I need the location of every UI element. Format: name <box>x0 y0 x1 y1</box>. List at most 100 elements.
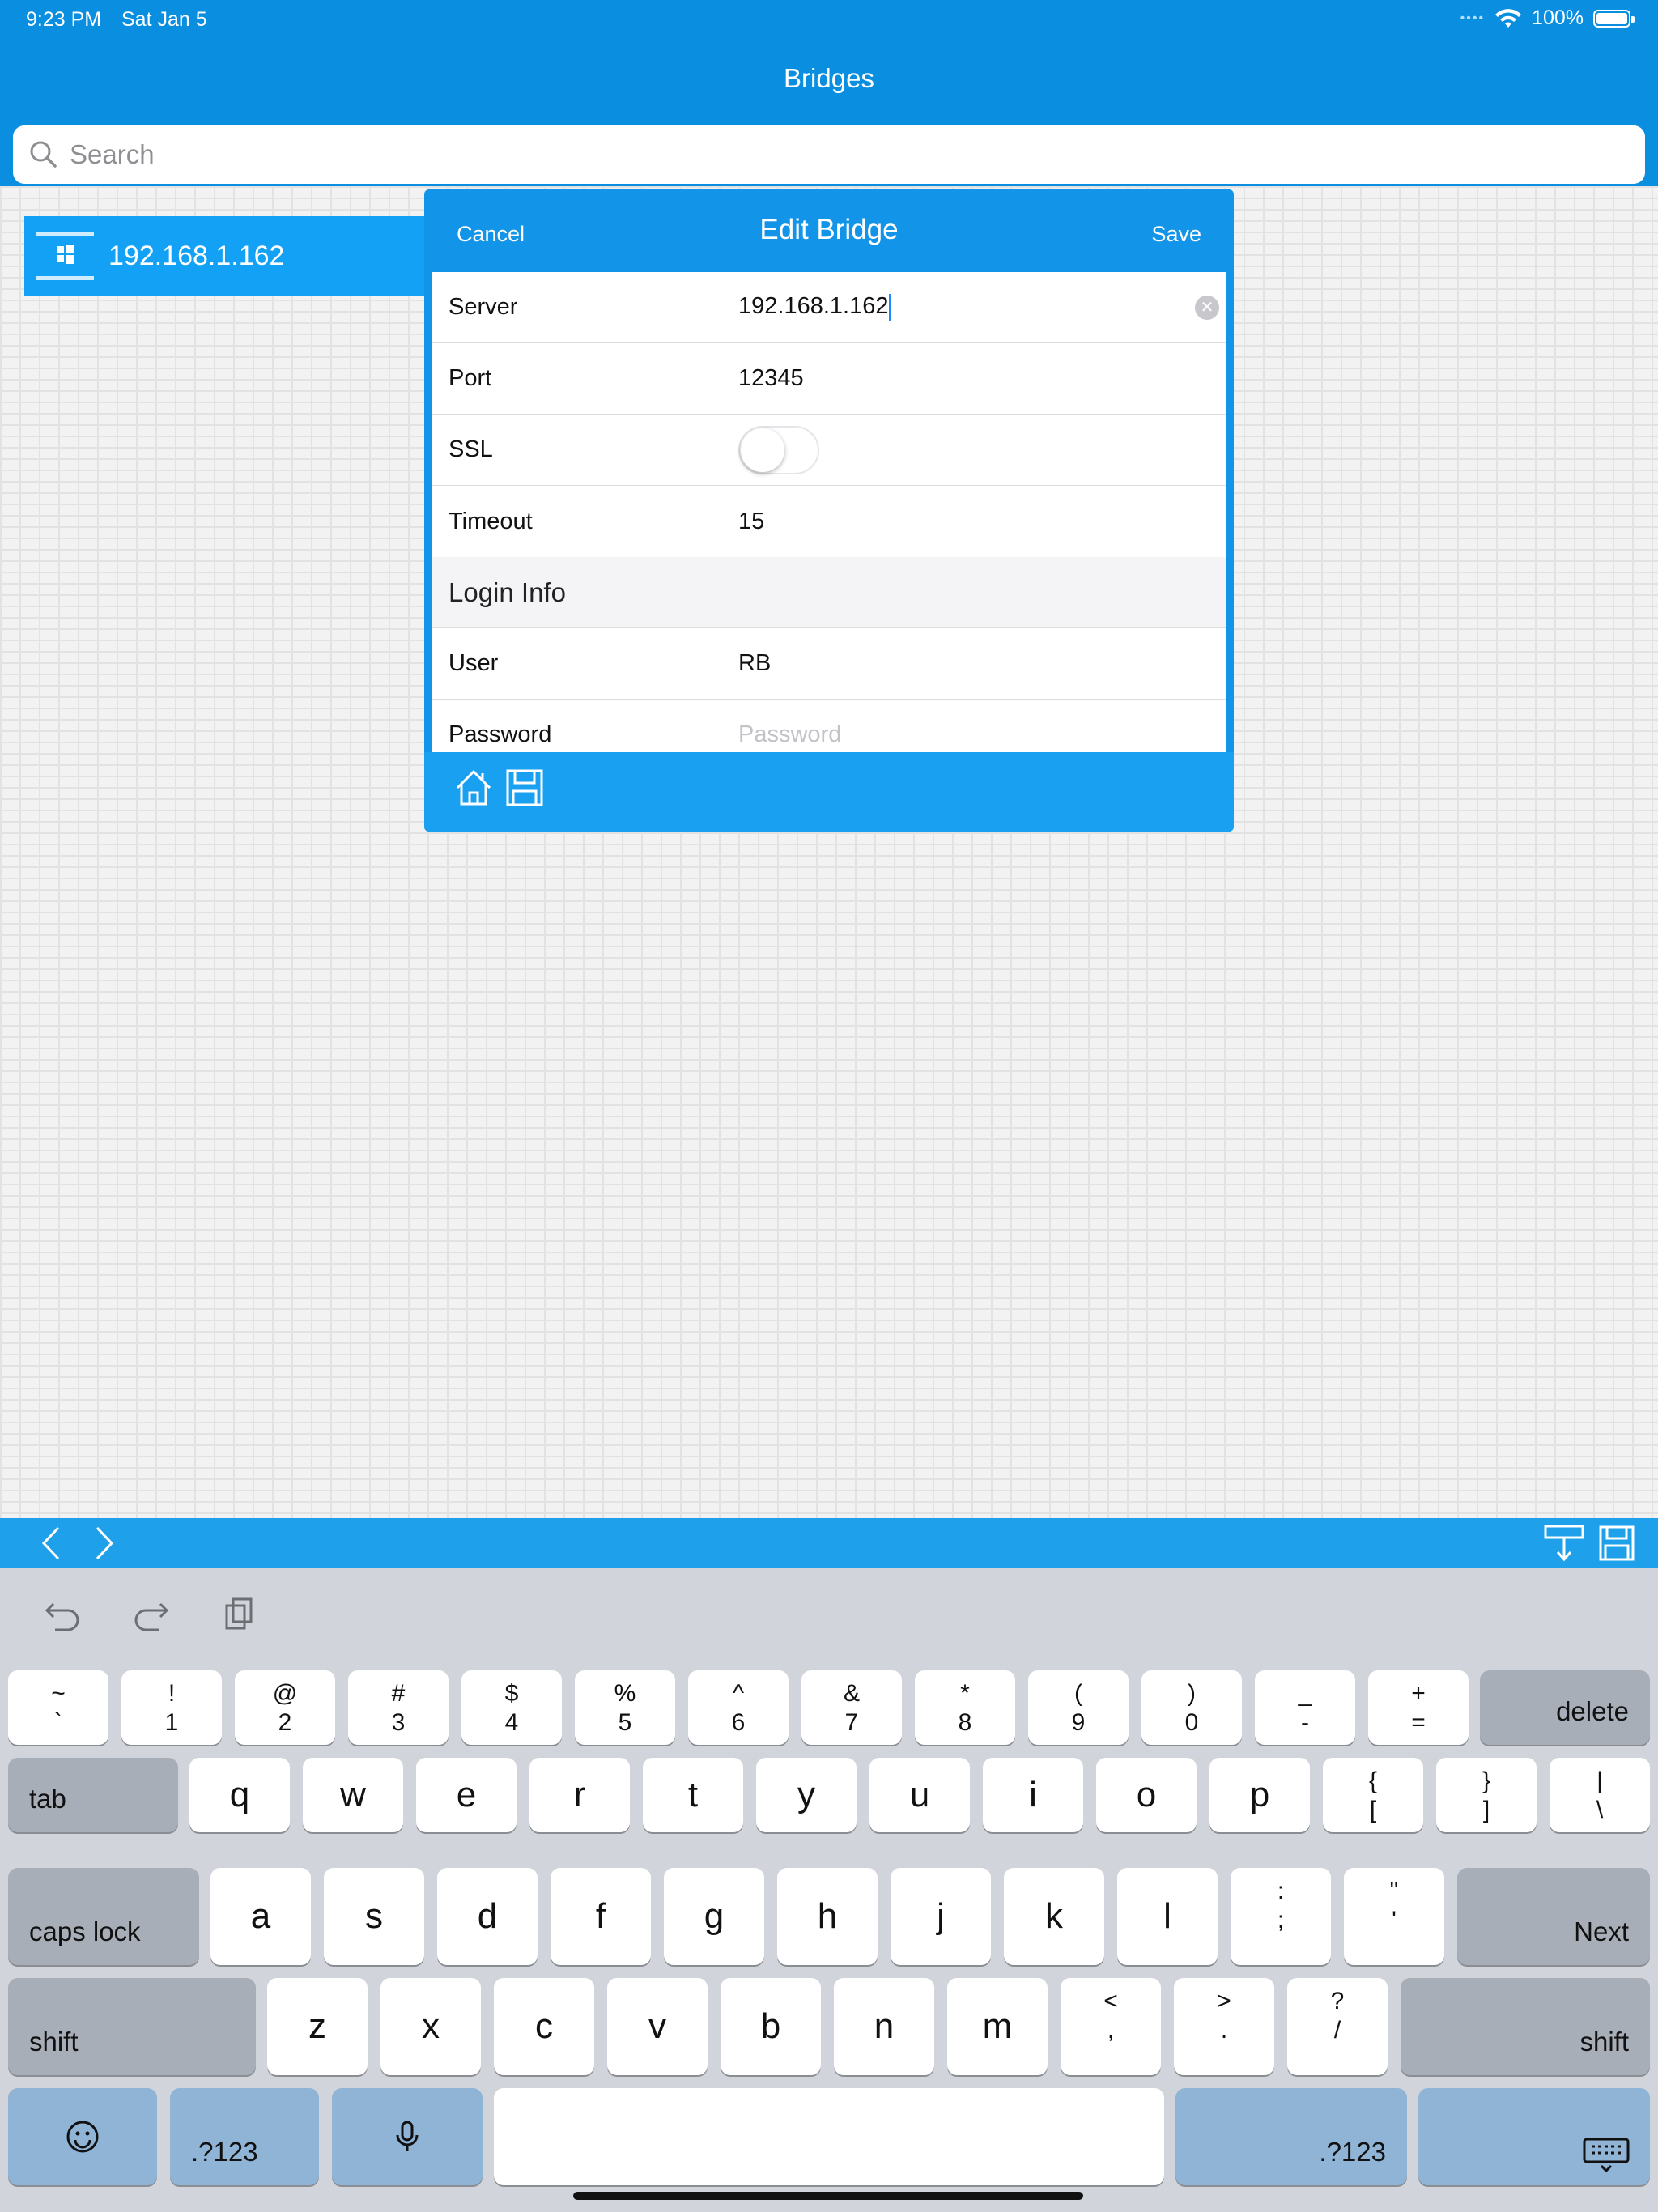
key[interactable]: w <box>303 1758 403 1832</box>
next-key[interactable]: Next <box>1457 1868 1650 1965</box>
previous-field-icon[interactable] <box>36 1525 68 1562</box>
key[interactable]: @2 <box>235 1670 335 1745</box>
bridge-list-item[interactable]: 192.168.1.162 <box>24 216 445 296</box>
save-button[interactable]: Save <box>1151 222 1201 247</box>
key[interactable]: % 5 <box>575 1670 675 1745</box>
key[interactable]: b <box>721 1978 821 2075</box>
key[interactable]: | \ <box>1550 1758 1650 1832</box>
shift-right-key[interactable]: shift <box>1401 1978 1650 2075</box>
user-field[interactable]: RB <box>738 650 771 677</box>
port-field[interactable]: 12345 <box>738 365 804 392</box>
key[interactable]: ) 0 <box>1141 1670 1242 1745</box>
shift-left-key[interactable]: shift <box>8 1978 256 2075</box>
password-field[interactable]: Password <box>738 721 841 748</box>
dismiss-keyboard-icon[interactable] <box>1543 1523 1585 1563</box>
key[interactable]: " ' <box>1344 1868 1444 1965</box>
key-label: delete <box>1556 1696 1629 1726</box>
key[interactable]: >. <box>1174 1978 1274 2075</box>
key[interactable]: a <box>210 1868 311 1965</box>
key[interactable]: k <box>1004 1868 1104 1965</box>
key-label: o <box>1136 1775 1157 1814</box>
save-disk-icon[interactable] <box>1598 1525 1635 1562</box>
key[interactable]: t <box>643 1758 743 1832</box>
key-shift-glyph: * <box>960 1680 970 1707</box>
undo-icon[interactable] <box>44 1596 83 1631</box>
key-label: m <box>982 2006 1013 2046</box>
key[interactable]: <, <box>1061 1978 1161 2075</box>
timeout-field[interactable]: 15 <box>738 508 764 535</box>
key[interactable]: n <box>834 1978 934 2075</box>
key[interactable]: i <box>983 1758 1083 1832</box>
key[interactable]: }] <box>1436 1758 1537 1832</box>
key-label: shift <box>29 2027 79 2057</box>
dictation-key[interactable] <box>332 2088 483 2185</box>
search-input[interactable] <box>70 139 1527 170</box>
key[interactable]: e <box>416 1758 517 1832</box>
timeout-row[interactable]: Timeout 15 <box>432 486 1226 557</box>
home-icon[interactable] <box>453 767 494 807</box>
key[interactable]: p <box>1209 1758 1310 1832</box>
numbers-key-right[interactable]: .?123 <box>1175 2088 1407 2185</box>
key[interactable]: v <box>607 1978 708 2075</box>
hide-keyboard-key[interactable] <box>1418 2088 1650 2185</box>
key[interactable]: f <box>551 1868 651 1965</box>
battery-icon <box>1593 9 1635 28</box>
server-field[interactable]: 192.168.1.162 <box>738 293 892 321</box>
port-row[interactable]: Port 12345 <box>432 343 1226 415</box>
status-time: 9:23 PM <box>26 8 102 31</box>
key[interactable]: (9 <box>1028 1670 1129 1745</box>
key-glyph: , <box>1107 2017 1115 2044</box>
key[interactable]: ^ 6 <box>688 1670 789 1745</box>
key[interactable]: :; <box>1231 1868 1331 1965</box>
key[interactable]: #3 <box>348 1670 449 1745</box>
key-glyph: . <box>1220 2017 1228 2044</box>
key[interactable]: h <box>777 1868 878 1965</box>
tab-key[interactable]: tab <box>8 1758 178 1832</box>
user-row[interactable]: User RB <box>432 628 1226 700</box>
key[interactable]: q <box>189 1758 290 1832</box>
key-shift-glyph: _ <box>1298 1680 1312 1707</box>
delete-key[interactable]: delete <box>1480 1670 1650 1745</box>
key[interactable]: * 8 <box>915 1670 1015 1745</box>
search-bar[interactable] <box>13 125 1645 184</box>
key-label: f <box>595 1896 606 1936</box>
paste-icon[interactable] <box>220 1596 259 1631</box>
key[interactable]: z <box>267 1978 368 2075</box>
space-bar[interactable] <box>494 2088 1164 2185</box>
key-shift-glyph: < <box>1103 1988 1118 2014</box>
server-row[interactable]: Server 192.168.1.162 ✕ <box>432 272 1226 343</box>
key[interactable]: m <box>947 1978 1048 2075</box>
key[interactable]: s <box>324 1868 424 1965</box>
key[interactable]: + = <box>1368 1670 1469 1745</box>
save-disk-icon[interactable] <box>505 768 544 807</box>
numbers-key[interactable]: .?123 <box>170 2088 319 2185</box>
key[interactable]: c <box>494 1978 594 2075</box>
key-label: k <box>1045 1896 1063 1936</box>
key-label: h <box>817 1896 838 1936</box>
key[interactable]: d <box>437 1868 538 1965</box>
key[interactable]: _ - <box>1255 1670 1355 1745</box>
key[interactable]: r <box>529 1758 630 1832</box>
key[interactable]: ~ ` <box>8 1670 108 1745</box>
dialog-footer-toolbar <box>424 752 1234 832</box>
ssl-toggle[interactable] <box>738 425 819 474</box>
key[interactable]: $4 <box>461 1670 562 1745</box>
clear-icon[interactable]: ✕ <box>1195 295 1219 320</box>
key[interactable]: j <box>891 1868 991 1965</box>
emoji-key[interactable] <box>8 2088 157 2185</box>
key[interactable]: & 7 <box>801 1670 902 1745</box>
key[interactable]: x <box>380 1978 481 2075</box>
redo-icon[interactable] <box>131 1596 170 1631</box>
key[interactable]: g <box>664 1868 764 1965</box>
key[interactable]: u <box>869 1758 970 1832</box>
key[interactable]: l <box>1117 1868 1218 1965</box>
navigation-bar: 9:23 PM Sat Jan 5 •••• 100% Bridges <box>0 0 1658 186</box>
key[interactable]: ! 1 <box>121 1670 222 1745</box>
password-row[interactable]: Password Password <box>432 700 1226 752</box>
key[interactable]: y <box>756 1758 857 1832</box>
key[interactable]: ? / <box>1287 1978 1388 2075</box>
key[interactable]: o <box>1096 1758 1197 1832</box>
key[interactable]: {[ <box>1323 1758 1423 1832</box>
caps-lock-key[interactable]: caps lock <box>8 1868 199 1965</box>
next-field-icon[interactable] <box>87 1525 120 1562</box>
